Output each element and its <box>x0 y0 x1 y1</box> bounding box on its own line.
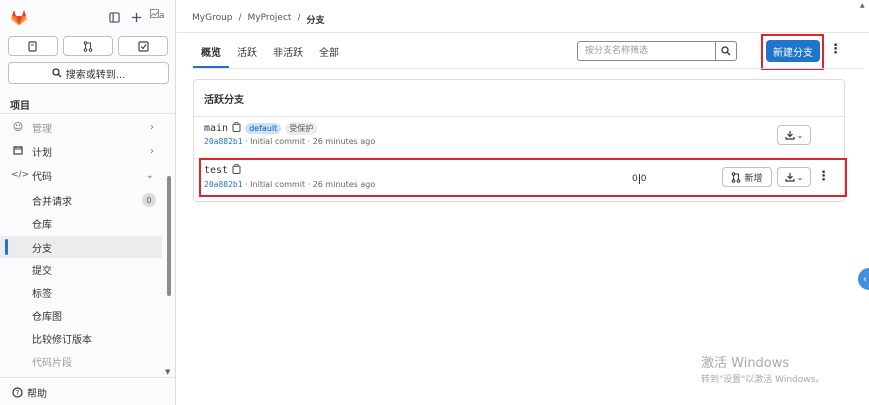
calendar-icon <box>11 145 25 158</box>
merge-requests-button[interactable] <box>63 36 113 56</box>
highlight-box <box>199 158 847 197</box>
windows-activation-hint: 转到"设置"以激活 Windows。 <box>701 375 825 385</box>
sidebar-item-label: 仓库 <box>32 219 52 231</box>
divider <box>0 377 176 378</box>
todos-button[interactable] <box>118 36 168 56</box>
breadcrumb-current[interactable]: 分支 <box>306 13 324 26</box>
avatar[interactable]: a <box>150 9 168 23</box>
sidebar-item-label: 代码片段 <box>32 357 72 369</box>
divider <box>193 68 863 69</box>
sidebar-item-merge-requests[interactable]: 合并请求 0 <box>0 189 162 211</box>
broken-image-icon <box>150 9 159 18</box>
sidebar-item-manage[interactable]: ☺ 管理 › <box>0 116 162 138</box>
chevron-left-icon[interactable]: ‹ <box>858 268 869 290</box>
new-branch-button[interactable]: 新建分支 <box>766 40 820 62</box>
default-badge: default <box>245 123 282 134</box>
chevron-right-icon: › <box>150 145 154 157</box>
chevron-right-icon: › <box>150 121 154 133</box>
breadcrumb-project[interactable]: MyProject <box>248 13 292 26</box>
sidebar-item-label: 比较修订版本 <box>32 334 92 346</box>
sidebar-item-label: 分支 <box>32 243 52 255</box>
scroll-up-arrow-icon[interactable]: ▲ <box>860 2 865 10</box>
sidebar-item-label: 仓库图 <box>32 311 62 323</box>
sidebar-item-label: 合并请求 <box>32 196 72 208</box>
sidebar-item-snippets[interactable]: 代码片段 <box>0 350 162 372</box>
avatar-alt-text: a <box>159 11 165 21</box>
breadcrumb-group[interactable]: MyGroup <box>192 13 233 26</box>
search-button[interactable]: 搜索或转到... <box>8 62 169 84</box>
branch-tabs: 概览 活跃 非活跃 全部 <box>193 34 347 68</box>
branch-row-main: main default 受保护 20a882b1 · Initial comm… <box>194 117 844 159</box>
copy-icon[interactable] <box>232 122 241 135</box>
sidebar-item-tags[interactable]: 标签 <box>0 281 162 303</box>
help-label: 帮助 <box>27 389 47 400</box>
commit-sha-link[interactable]: 20a882b1 <box>204 137 243 146</box>
windows-activation-title: 激活 Windows <box>701 356 790 371</box>
more-actions-icon[interactable]: ⋮ <box>829 42 842 57</box>
branch-filter <box>577 41 737 61</box>
sidebar-item-code[interactable]: </> 代码 ⌄ <box>0 164 162 186</box>
sidebar: a 搜索或转到... 项目 ☺ 管理 › 计划 › </> 代码 ⌄ 合并请求 … <box>0 0 176 405</box>
code-icon: </> <box>11 170 30 180</box>
sidebar-scrollbar[interactable] <box>167 176 171 296</box>
branch-name-link[interactable]: main <box>204 123 228 134</box>
issues-icon <box>28 40 37 52</box>
search-icon <box>52 68 62 78</box>
tab-active[interactable]: 活跃 <box>229 34 265 68</box>
sidebar-item-repo-graph[interactable]: 仓库图 <box>0 304 162 326</box>
branch-filter-input[interactable] <box>578 42 715 60</box>
tab-inactive[interactable]: 非活跃 <box>265 34 311 68</box>
sidebar-toggle-icon[interactable] <box>107 10 121 24</box>
sidebar-item-branches[interactable]: 分支 <box>0 236 162 258</box>
main-content: MyGroup / MyProject / 分支 ▲ 概览 活跃 非活跃 全部 … <box>177 0 869 405</box>
card-title: 活跃分支 <box>204 95 244 106</box>
plus-icon[interactable] <box>129 10 143 24</box>
commit-line: 20a882b1 · Initial commit · 26 minutes a… <box>204 137 375 146</box>
help-button[interactable]: ? 帮助 <box>12 385 47 400</box>
sidebar-item-compare[interactable]: 比较修订版本 <box>0 327 162 349</box>
breadcrumb: MyGroup / MyProject / 分支 <box>192 13 325 26</box>
breadcrumb-separator: / <box>238 13 242 23</box>
tab-overview[interactable]: 概览 <box>193 34 229 68</box>
sidebar-item-label: 代码 <box>32 171 52 183</box>
chevron-down-icon: ⌄ <box>796 130 804 140</box>
sidebar-item-commits[interactable]: 提交 <box>0 258 162 280</box>
issues-button[interactable] <box>8 36 58 56</box>
branch-name-group: main default 受保护 <box>204 122 318 135</box>
divider <box>0 113 176 114</box>
search-icon <box>721 46 731 56</box>
svg-text:?: ? <box>16 389 20 397</box>
section-label: 项目 <box>10 101 30 112</box>
search-label: 搜索或转到... <box>65 69 126 81</box>
tab-all[interactable]: 全部 <box>311 34 347 68</box>
merge-request-icon <box>83 40 93 52</box>
filter-search-button[interactable] <box>715 42 736 60</box>
sidebar-item-label: 标签 <box>32 288 52 300</box>
sidebar-item-plan[interactable]: 计划 › <box>0 140 162 162</box>
download-icon <box>785 131 795 140</box>
sidebar-item-repository[interactable]: 仓库 <box>0 212 162 234</box>
count-badge: 0 <box>142 193 156 207</box>
todo-checkbox-icon <box>137 40 149 52</box>
breadcrumb-separator: / <box>297 13 301 23</box>
download-dropdown-button[interactable]: ⌄ <box>777 125 811 145</box>
scroll-down-arrow-icon[interactable]: ▼ <box>165 368 170 376</box>
sidebar-item-label: 计划 <box>32 147 52 159</box>
commit-info: · Initial commit · 26 minutes ago <box>245 137 376 146</box>
gitlab-logo-icon[interactable] <box>10 10 28 26</box>
divider <box>177 32 869 33</box>
sidebar-item-label: 提交 <box>32 265 52 277</box>
sidebar-item-label: 管理 <box>32 123 52 135</box>
protected-badge: 受保护 <box>285 122 318 135</box>
users-icon: ☺ <box>12 121 24 133</box>
chevron-down-icon: ⌄ <box>145 169 154 181</box>
help-icon: ? <box>12 387 23 398</box>
